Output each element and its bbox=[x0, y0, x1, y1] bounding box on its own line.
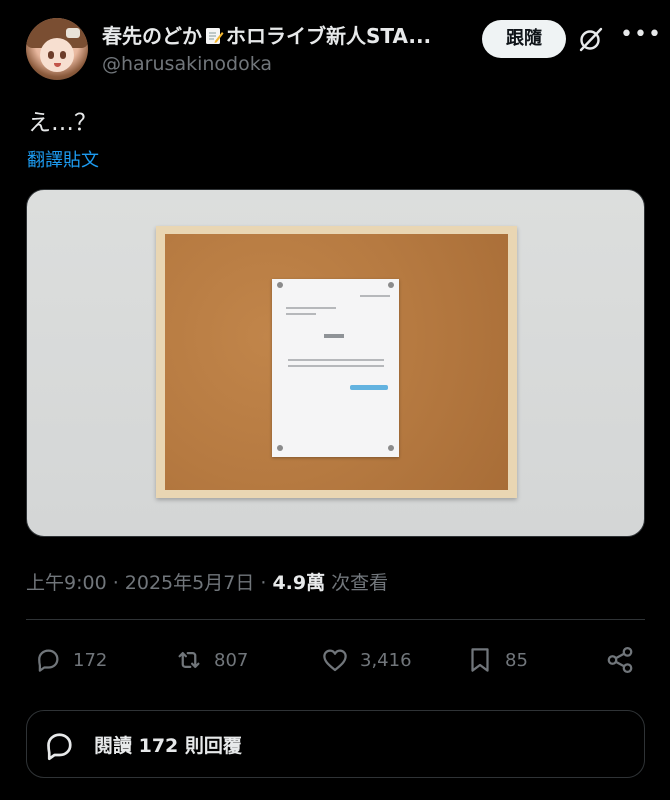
translate-post-link[interactable]: 翻譯貼文 bbox=[27, 146, 99, 172]
views-count: 4.9萬 bbox=[272, 572, 326, 594]
bookmark-button[interactable]: 85 bbox=[465, 643, 528, 677]
read-replies-button[interactable]: 閱讀 172 則回覆 bbox=[26, 710, 645, 778]
reply-button[interactable]: 172 bbox=[33, 643, 107, 677]
timestamp[interactable]: 上午9:00 · 2025年5月7日 · bbox=[26, 572, 272, 594]
like-button[interactable]: 3,416 bbox=[320, 643, 412, 677]
repost-button[interactable]: 807 bbox=[174, 643, 248, 677]
read-replies-label: 閱讀 172 則回覆 bbox=[94, 735, 242, 757]
repost-count: 807 bbox=[214, 649, 249, 671]
more-icon[interactable]: ••• bbox=[620, 24, 661, 48]
user-handle[interactable]: @harusakinodoka bbox=[102, 53, 272, 75]
views-label: 次查看 bbox=[325, 572, 389, 594]
tweet-header: 春先のどか ホロライブ新人STA... @harusakinodoka 跟隨 •… bbox=[0, 0, 670, 100]
reply-icon bbox=[47, 733, 72, 761]
tweet-meta: 上午9:00 · 2025年5月7日 · 4.9萬 次查看 bbox=[26, 568, 388, 595]
grok-icon[interactable] bbox=[578, 26, 604, 52]
reply-icon bbox=[38, 649, 59, 672]
repost-icon bbox=[178, 652, 200, 668]
bookmark-count: 85 bbox=[505, 649, 528, 671]
reply-count: 172 bbox=[73, 649, 108, 671]
pinned-notice bbox=[272, 279, 399, 457]
memo-emoji-icon bbox=[206, 28, 224, 44]
tweet-text: え…？ bbox=[28, 110, 97, 136]
follow-button[interactable]: 跟隨 bbox=[482, 20, 566, 58]
like-count: 3,416 bbox=[360, 649, 412, 671]
heart-icon bbox=[323, 649, 347, 672]
bookmark-icon bbox=[471, 648, 489, 672]
divider bbox=[26, 619, 645, 620]
tweet-image[interactable] bbox=[26, 189, 645, 537]
share-icon bbox=[607, 647, 633, 673]
display-name[interactable]: 春先のどか ホロライブ新人STA... bbox=[102, 20, 472, 49]
corkboard-frame bbox=[156, 226, 517, 498]
share-button[interactable] bbox=[605, 643, 645, 677]
avatar[interactable] bbox=[26, 18, 88, 80]
